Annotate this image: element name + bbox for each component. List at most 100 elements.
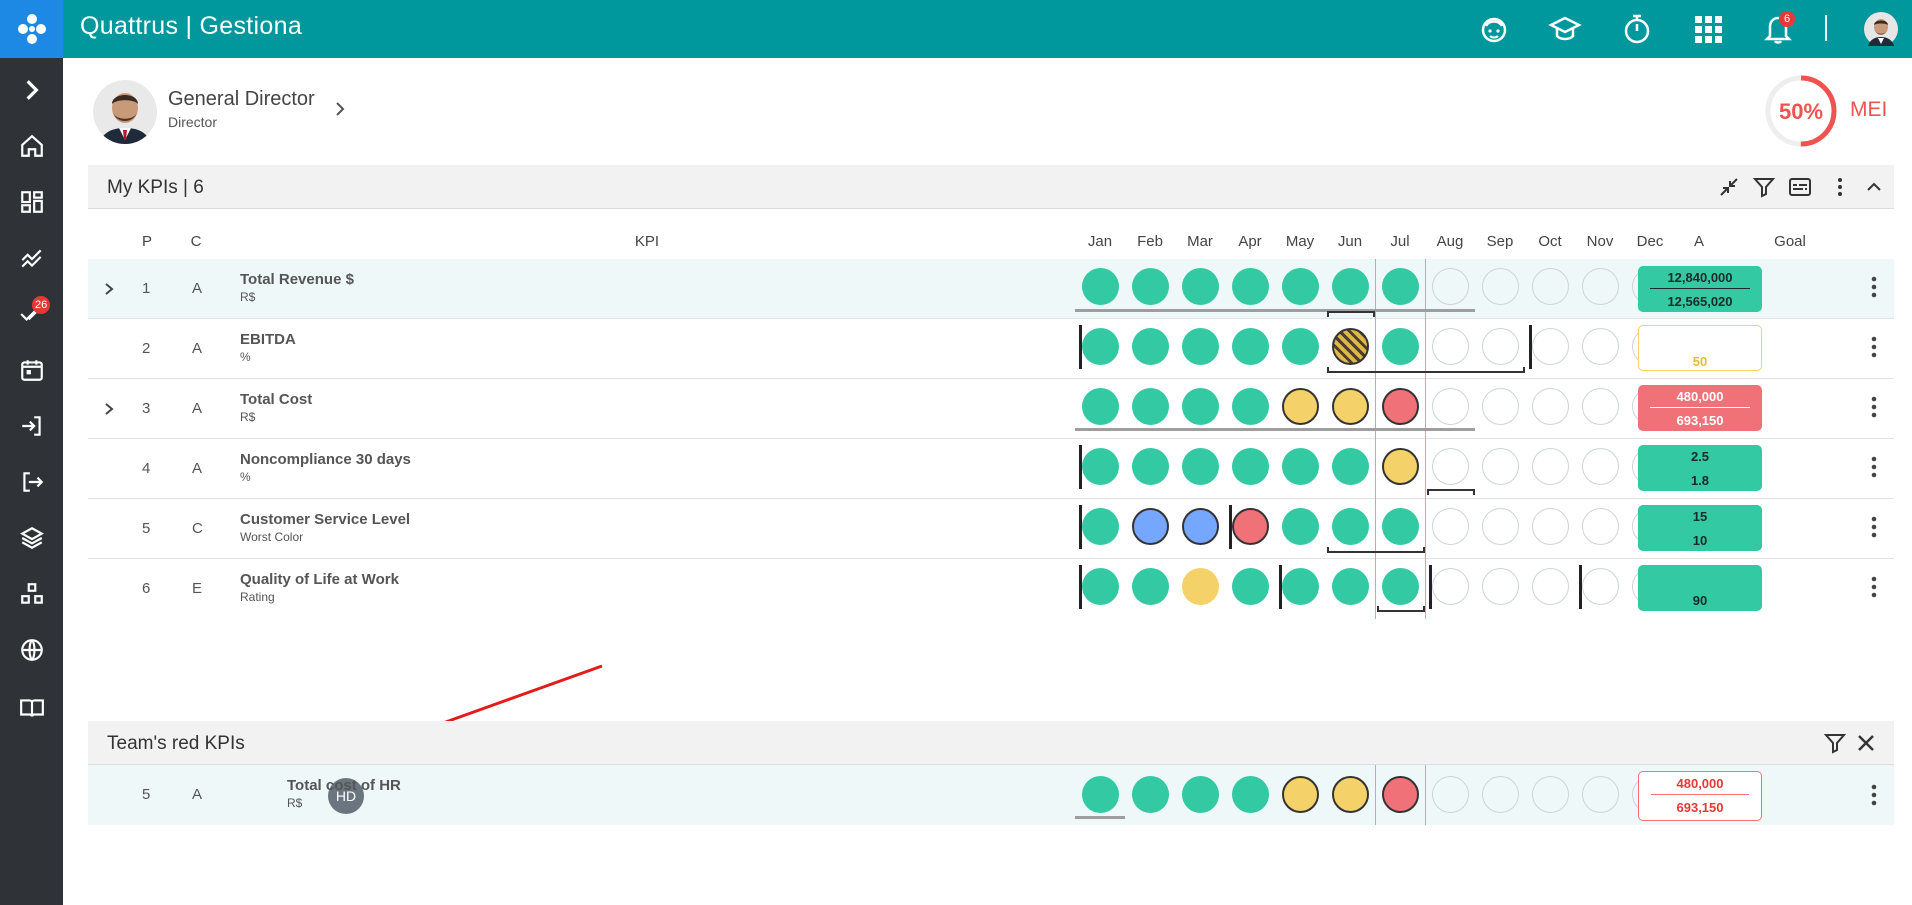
month-status-dot[interactable] [1482,568,1519,605]
month-status-dot[interactable] [1382,268,1419,305]
column-header-may[interactable]: May [1280,233,1320,250]
month-status-dot[interactable] [1532,268,1569,305]
row-more-icon[interactable] [1864,512,1884,542]
column-header-feb[interactable]: Feb [1130,233,1170,250]
month-status-dot[interactable] [1282,448,1319,485]
column-header-goal[interactable]: Goal [1760,233,1820,250]
calendar-icon[interactable] [0,350,63,390]
column-header-jun[interactable]: Jun [1330,233,1370,250]
month-status-dot[interactable] [1432,268,1469,305]
month-status-dot[interactable] [1482,448,1519,485]
user-avatar[interactable] [1860,8,1902,50]
logout-icon[interactable] [0,462,63,502]
month-status-dot[interactable] [1532,568,1569,605]
month-status-dot[interactable] [1382,776,1419,813]
month-status-dot[interactable] [1582,508,1619,545]
month-status-dot[interactable] [1482,268,1519,305]
kpi-row-3[interactable]: 3 A Total Cost R$ [88,379,1894,439]
month-status-dot[interactable] [1532,328,1569,365]
month-status-dot[interactable] [1432,508,1469,545]
month-status-dot[interactable] [1482,508,1519,545]
stopwatch-icon[interactable] [1616,8,1658,50]
month-status-dot[interactable] [1132,328,1169,365]
month-status-dot[interactable] [1132,508,1169,545]
month-status-dot[interactable] [1182,448,1219,485]
month-status-dot[interactable] [1582,388,1619,425]
month-status-dot[interactable] [1132,388,1169,425]
month-status-dot[interactable] [1382,448,1419,485]
app-logo[interactable] [0,0,63,58]
month-status-dot[interactable] [1132,448,1169,485]
kpi-row-6[interactable]: 6 E Quality of Life at Work Rating [88,559,1894,619]
month-status-dot[interactable] [1182,568,1219,605]
month-status-dot[interactable] [1282,508,1319,545]
row-more-icon[interactable] [1864,572,1884,602]
close-icon[interactable] [1852,729,1880,757]
month-status-dot[interactable] [1232,268,1269,305]
month-status-dot[interactable] [1132,268,1169,305]
month-status-dot[interactable] [1082,776,1119,813]
month-status-dot[interactable] [1382,388,1419,425]
month-status-dot[interactable] [1382,508,1419,545]
month-status-dot[interactable] [1232,568,1269,605]
kpi-name[interactable]: Total Cost [240,391,312,408]
month-status-dot[interactable] [1582,328,1619,365]
kpi-row-4[interactable]: 4 A Noncompliance 30 days % [88,439,1894,499]
month-status-dot[interactable] [1332,328,1369,365]
month-status-dot[interactable] [1382,328,1419,365]
tasks-check-icon[interactable]: 26 [0,294,63,334]
month-status-dot[interactable] [1432,568,1469,605]
book-icon[interactable] [0,688,63,728]
month-status-dot[interactable] [1432,388,1469,425]
month-status-dot[interactable] [1132,568,1169,605]
goal-box[interactable]: 2.5 1.8 [1638,445,1762,491]
month-status-dot[interactable] [1082,568,1119,605]
goal-box[interactable]: 50 [1638,325,1762,371]
month-status-dot[interactable] [1182,328,1219,365]
notifications-bell-icon[interactable]: 6 [1757,8,1799,50]
goal-box[interactable]: 480,000 693,150 [1638,771,1762,821]
goal-box[interactable]: 90 [1638,565,1762,611]
kpi-name[interactable]: Total cost of HR [287,777,401,794]
month-status-dot[interactable] [1082,448,1119,485]
row-more-icon[interactable] [1864,272,1884,302]
month-status-dot[interactable] [1332,508,1369,545]
month-status-dot[interactable] [1182,776,1219,813]
row-more-icon[interactable] [1864,332,1884,362]
row-more-icon[interactable] [1864,780,1884,810]
month-status-dot[interactable] [1582,448,1619,485]
kpi-row-2[interactable]: 2 A EBITDA % [88,319,1894,379]
kpi-row-1[interactable]: 1 A Total Revenue $ R$ [88,259,1894,319]
column-header-c[interactable]: C [189,233,203,250]
goal-box[interactable]: 15 10 [1638,505,1762,551]
month-status-dot[interactable] [1332,268,1369,305]
month-status-dot[interactable] [1082,508,1119,545]
month-status-dot[interactable] [1082,328,1119,365]
month-status-dot[interactable] [1232,388,1269,425]
layers-icon[interactable] [0,518,63,558]
filter-icon[interactable] [1821,729,1849,757]
month-status-dot[interactable] [1182,268,1219,305]
month-status-dot[interactable] [1382,568,1419,605]
profile-avatar[interactable] [93,80,157,144]
month-status-dot[interactable] [1432,776,1469,813]
graduation-cap-icon[interactable] [1544,8,1586,50]
month-status-dot[interactable] [1132,776,1169,813]
row-more-icon[interactable] [1864,452,1884,482]
kpi-name[interactable]: Total Revenue $ [240,271,354,288]
goal-box[interactable]: 12,840,000 12,565,020 [1638,266,1762,312]
column-header-nov[interactable]: Nov [1580,233,1620,250]
month-status-dot[interactable] [1232,448,1269,485]
row-more-icon[interactable] [1864,392,1884,422]
month-status-dot[interactable] [1482,388,1519,425]
month-status-dot[interactable] [1532,508,1569,545]
subtitles-view-icon[interactable] [1786,173,1814,201]
month-status-dot[interactable] [1232,328,1269,365]
month-status-dot[interactable] [1582,776,1619,813]
kpi-name[interactable]: Noncompliance 30 days [240,451,411,468]
login-icon[interactable] [0,406,63,446]
month-status-dot[interactable] [1082,268,1119,305]
month-status-dot[interactable] [1332,448,1369,485]
month-status-dot[interactable] [1282,776,1319,813]
expand-row-chevron-icon[interactable] [100,399,118,419]
